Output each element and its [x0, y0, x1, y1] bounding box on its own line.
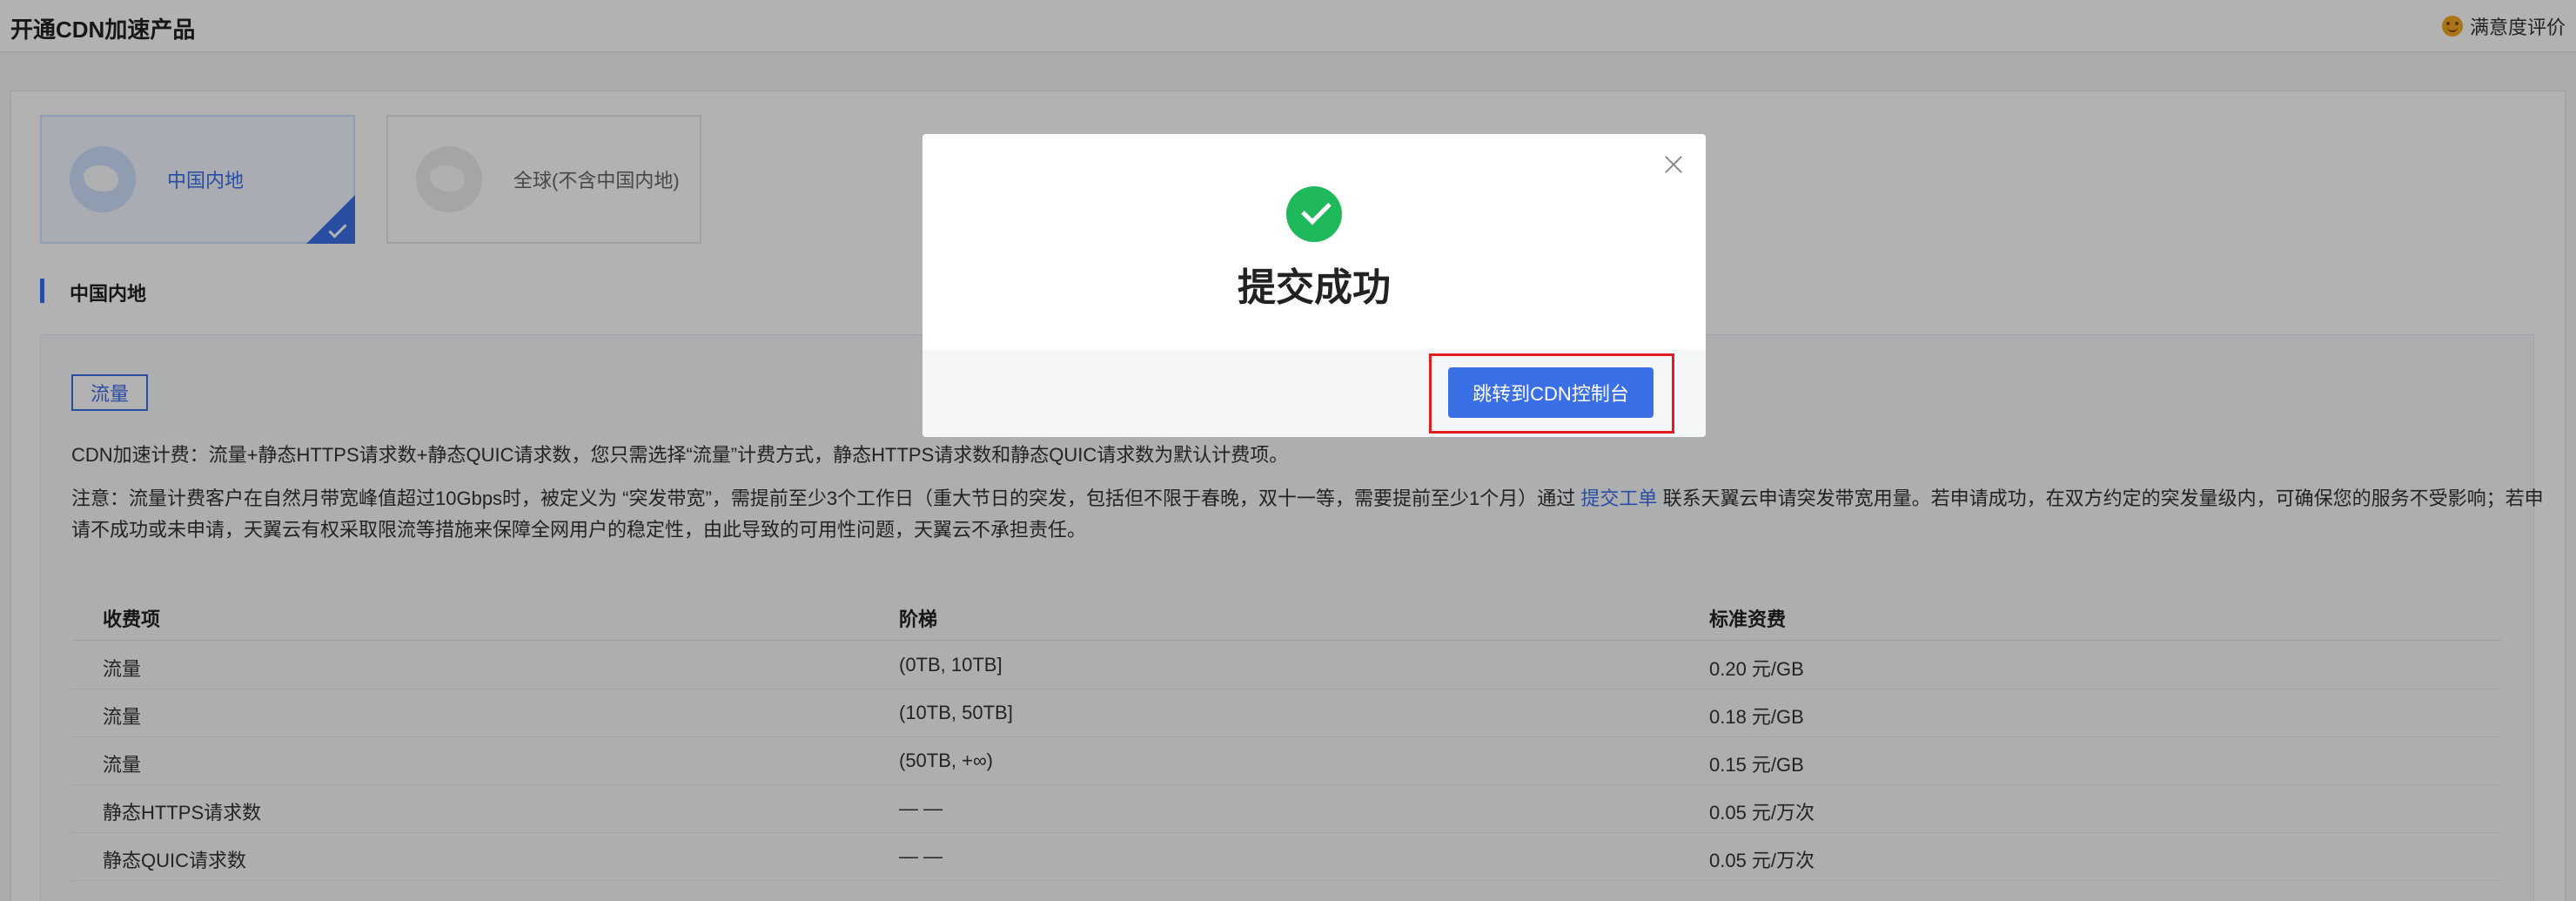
dialog-title: 提交成功 [1238, 266, 1391, 309]
goto-cdn-console-button[interactable]: 跳转到CDN控制台 [1448, 367, 1654, 418]
close-icon[interactable] [1662, 153, 1685, 176]
success-dialog: 提交成功 跳转到CDN控制台 [922, 134, 1706, 437]
check-circle-icon [1286, 186, 1342, 242]
